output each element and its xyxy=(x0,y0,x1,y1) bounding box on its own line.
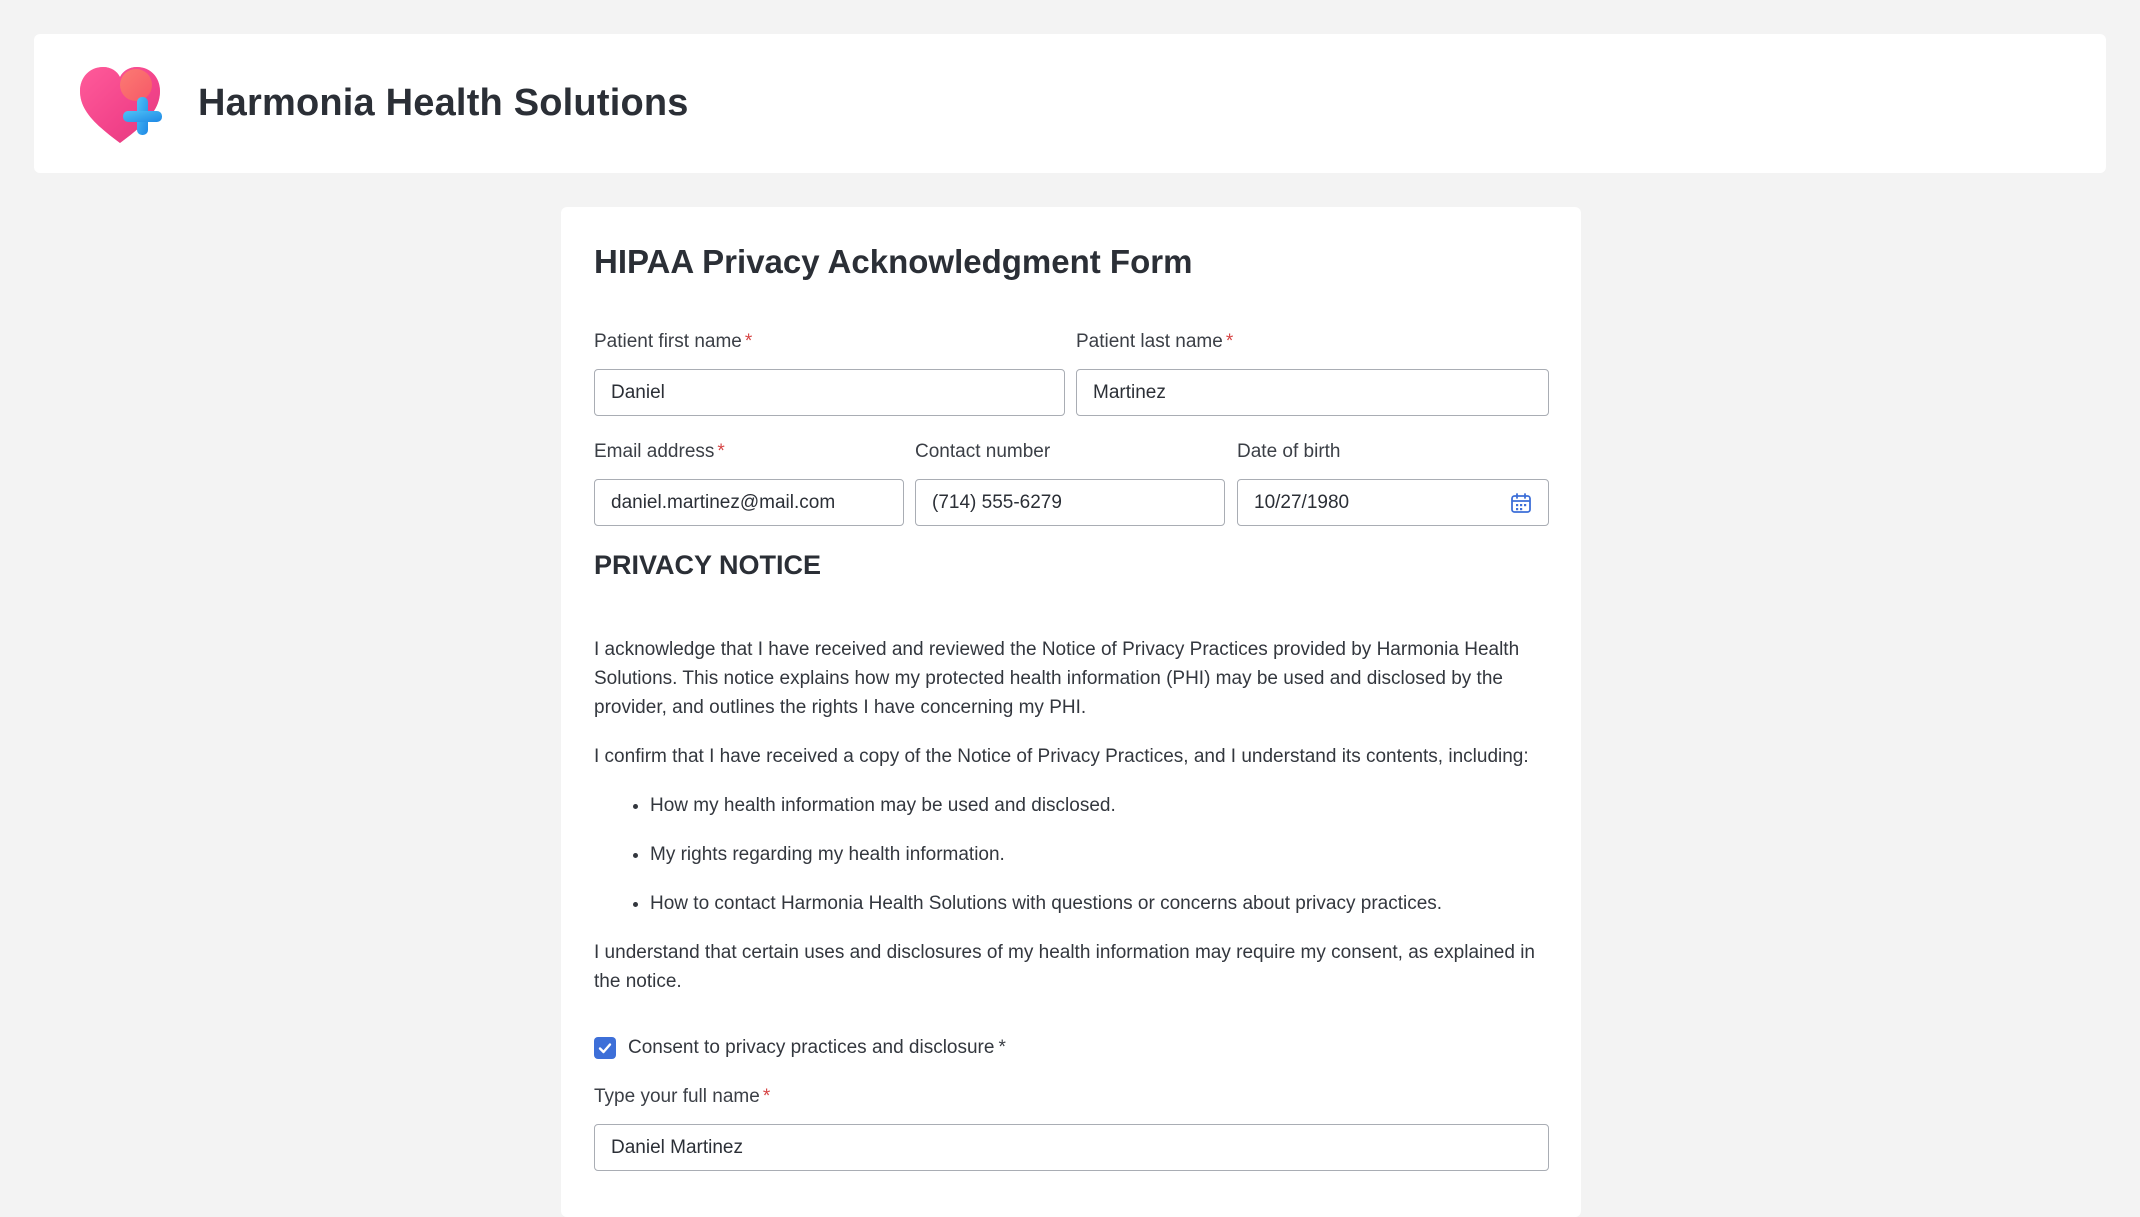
consent-label: Consent to privacy practices and disclos… xyxy=(628,1037,995,1058)
list-item: How to contact Harmonia Health Solutions… xyxy=(650,889,1549,918)
last-name-label: Patient last name * xyxy=(1076,331,1234,352)
dob-field: Date of birth 10/27/1980 xyxy=(1237,437,1549,526)
heart-plus-icon xyxy=(80,66,162,143)
email-label: Email address * xyxy=(594,441,725,462)
list-item: My rights regarding my health informatio… xyxy=(650,840,1549,869)
consent-required-mark: * xyxy=(998,1037,1006,1058)
email-input[interactable]: daniel.martinez@mail.com xyxy=(594,479,904,526)
calendar-icon[interactable] xyxy=(1510,492,1532,514)
contact-field: Contact number (714) 555-6279 xyxy=(915,437,1225,526)
first-name-input[interactable]: Daniel xyxy=(594,369,1065,416)
brand-name: Harmonia Health Solutions xyxy=(198,82,689,124)
consent-row[interactable]: Consent to privacy practices and disclos… xyxy=(594,1037,1006,1059)
notice-bullet-list: How my health information may be used an… xyxy=(594,791,1549,918)
full-name-input[interactable]: Daniel Martinez xyxy=(594,1124,1549,1171)
list-item: How my health information may be used an… xyxy=(650,791,1549,820)
notice-paragraph-2: I confirm that I have received a copy of… xyxy=(594,746,1529,767)
notice-paragraph-3: I understand that certain uses and discl… xyxy=(594,942,1536,992)
full-name-field: Type your full name * Daniel Martinez xyxy=(594,1082,1549,1171)
first-name-field: Patient first name * Daniel xyxy=(594,327,1065,416)
dob-input[interactable]: 10/27/1980 xyxy=(1237,479,1549,526)
form-title: HIPAA Privacy Acknowledgment Form xyxy=(594,243,1193,280)
first-name-label: Patient first name * xyxy=(594,331,753,352)
contact-input[interactable]: (714) 555-6279 xyxy=(915,479,1225,526)
contact-label: Contact number xyxy=(915,441,1051,462)
consent-checkbox[interactable] xyxy=(594,1037,616,1059)
last-name-field: Patient last name * Martinez xyxy=(1076,327,1549,416)
check-icon xyxy=(598,1043,612,1054)
app-header: Harmonia Health Solutions xyxy=(34,34,2106,173)
privacy-notice-heading: PRIVACY NOTICE xyxy=(594,550,822,580)
privacy-notice-text: I acknowledge that I have received and r… xyxy=(594,635,1549,1016)
dob-label: Date of birth xyxy=(1237,441,1341,462)
full-name-label: Type your full name * xyxy=(594,1086,771,1107)
notice-paragraph-1: I acknowledge that I have received and r… xyxy=(594,639,1520,718)
last-name-input[interactable]: Martinez xyxy=(1076,369,1549,416)
email-field: Email address * daniel.martinez@mail.com xyxy=(594,437,904,526)
form-card: HIPAA Privacy Acknowledgment Form Patien… xyxy=(561,207,1581,1217)
